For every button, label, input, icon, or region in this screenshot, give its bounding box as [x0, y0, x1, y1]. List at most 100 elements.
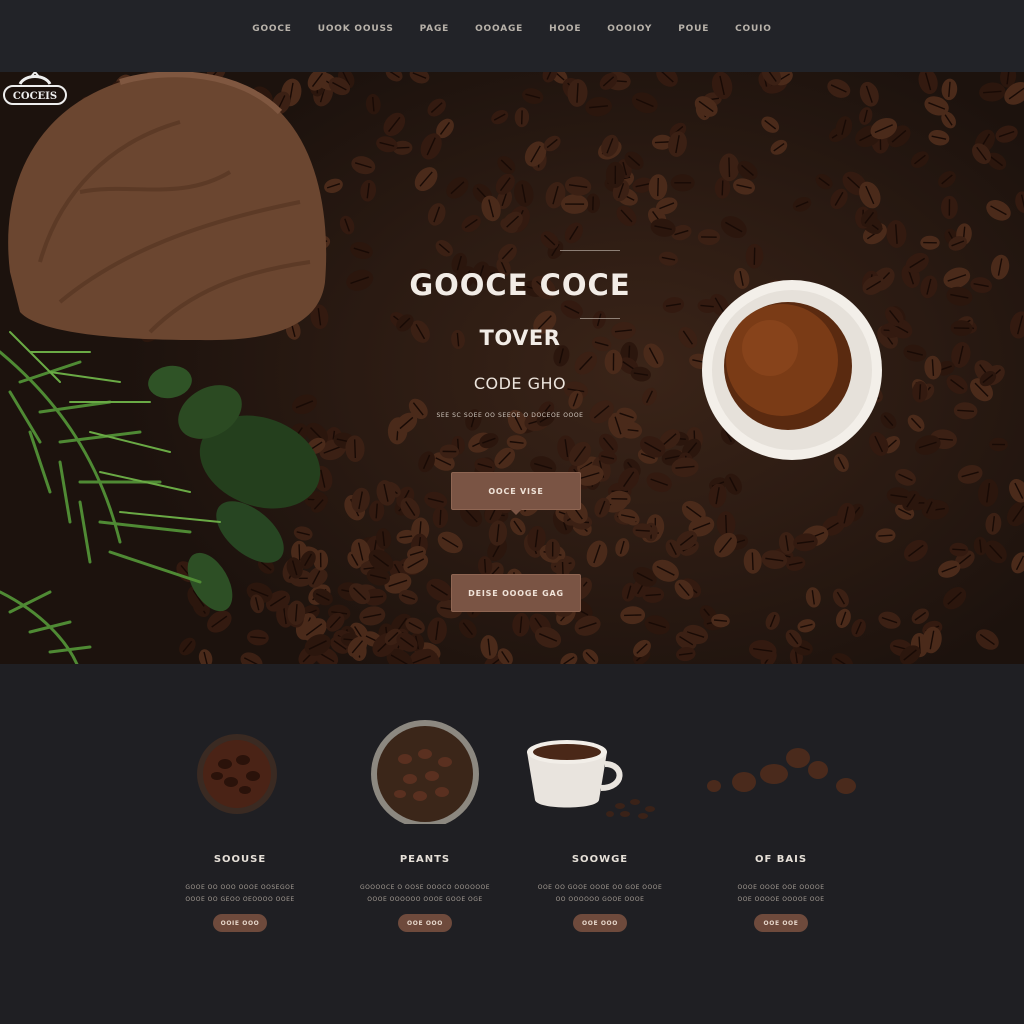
coffee-bean [938, 171, 956, 188]
coffee-bean [668, 131, 687, 157]
coffee-bean [805, 587, 821, 608]
nav-item-3[interactable]: PAGE [420, 24, 449, 40]
nav-item-2[interactable]: UOOK OOUSS [318, 24, 394, 40]
coffee-bean [835, 608, 851, 629]
coffee-bean [859, 107, 873, 125]
coffee-bean [946, 286, 973, 306]
hero-secondary-button[interactable]: DEISE OOOGE GAG [451, 574, 581, 612]
coffee-bean [461, 215, 481, 233]
coffee-bean [875, 528, 896, 543]
feature-text-line: OOOE OO GEOO OEOOOO OOEE [185, 896, 295, 903]
coffee-bean [745, 243, 764, 269]
coffee-bean [656, 72, 678, 87]
coffee-bean [770, 139, 788, 155]
coffee-bean [678, 327, 698, 349]
feature-description: GOOOOCE O OOSE OOOCO OOOOOOE OOOE OOOOOO… [350, 882, 500, 906]
coffee-bean [414, 167, 438, 192]
feature-text-line: GOOOOCE O OOSE OOOCO OOOOOOE [359, 884, 491, 891]
coffee-bean [586, 540, 608, 568]
coffee-bean [859, 81, 879, 107]
coffee-bean [564, 222, 583, 244]
coffee-bean [1015, 191, 1024, 214]
coffee-bean [903, 344, 927, 362]
feature-title: PEANTS [399, 854, 451, 865]
coffee-bean [646, 472, 672, 493]
hero-small-text: SEE SC SOEE OO SEEOE O DOCEOE OOOE [436, 412, 584, 419]
coffee-bean [851, 618, 866, 638]
coffee-bean [978, 478, 999, 507]
coffee-bean [986, 200, 1011, 221]
coffee-bean [995, 125, 1018, 143]
coffee-bean [765, 611, 780, 630]
coffee-bean [564, 176, 592, 196]
decorative-rule [580, 318, 620, 319]
feature-button[interactable]: OOE OOO [398, 914, 452, 932]
feature-text-line: OOOE OOOOOO OOOE GOOE OGE [367, 896, 483, 903]
hero-subtitle: TOVER [479, 326, 561, 350]
nav-item-1[interactable]: GOOCE [252, 24, 291, 40]
coffee-bean [585, 97, 612, 117]
coffee-bean [831, 653, 854, 664]
coffee-bean [605, 161, 625, 188]
feature-button[interactable]: OOE OOE [754, 914, 808, 932]
coffee-bean [346, 269, 374, 291]
coffee-bean [975, 629, 999, 650]
coffee-bean [616, 205, 637, 227]
hero-tagline: CODE GHO [473, 374, 567, 393]
hero-banner: COCEIS GOOCE COCE TOVER CODE GHO SEE SC … [0, 72, 1024, 664]
coffee-bean [514, 180, 534, 207]
coffee-bean [990, 254, 1010, 280]
coffee-bean [561, 194, 589, 214]
coffee-bean [437, 531, 463, 554]
coffee-cup-image [702, 280, 882, 460]
coffee-bean [697, 229, 720, 246]
coffee-bean [648, 174, 668, 200]
coffee-bean [491, 109, 509, 125]
coffee-bean [662, 297, 685, 313]
nav-item-5[interactable]: HOOE [549, 24, 581, 40]
coffee-bean [920, 275, 938, 299]
feature-button[interactable]: OOIE OOO [213, 914, 267, 932]
feature-title: OF BAIS [754, 854, 808, 865]
coffee-bean [895, 468, 916, 486]
hero-title: GOOCE COCE [409, 268, 631, 302]
nav-item-7[interactable]: POUE [678, 24, 709, 40]
feature-description: OOOE OOOE OOE OOOOE OOE OOOOE OOOOE OOE [706, 882, 856, 906]
coffee-bean [365, 93, 381, 115]
nav-item-8[interactable]: COUIO [735, 24, 772, 40]
coffee-bean [582, 649, 599, 664]
coffee-bean [359, 606, 386, 626]
coffee-bean [1011, 552, 1024, 574]
coffee-bean [351, 156, 376, 175]
feature-text-line: OOE OOOOE OOOOE OOE [737, 896, 825, 903]
coffee-bean [427, 98, 446, 117]
brand-logo-text: COCEIS [13, 91, 57, 102]
coffee-bean [719, 153, 740, 182]
coffee-mug-image [527, 740, 655, 819]
feature-button[interactable]: OOE OOO [573, 914, 627, 932]
coffee-bean [620, 606, 646, 625]
coffee-bean [522, 88, 544, 105]
nav-links: GOOCE UOOK OOUSS PAGE OOOAGE HOOE OOOIOY… [0, 24, 1024, 40]
nav-item-6[interactable]: OOOIOY [607, 24, 652, 40]
coffee-bean [907, 414, 925, 432]
coffee-bean [432, 506, 449, 529]
hero-primary-button[interactable]: OOCE VISE [451, 472, 581, 515]
feature-text-line: GOOE OO OOO OOOE OOSEGOE [185, 884, 295, 891]
feature-text-line: OOE OO GOOE OOOE OO GOE OOOE [537, 884, 663, 891]
coffee-bean [970, 277, 993, 294]
nav-item-4[interactable]: OOOAGE [475, 24, 523, 40]
coffee-bean [761, 116, 780, 133]
coffee-bean [943, 587, 967, 610]
coffee-bean [644, 615, 670, 635]
coffee-bean [435, 240, 453, 257]
coffee-bean [427, 203, 446, 226]
feature-description: OOE OO GOOE OOOE OO GOE OOOE OO OOOOOO G… [525, 882, 675, 906]
feature-text-line: OO OOOOOO GOOE OOOE [555, 896, 645, 903]
coffee-bean [604, 349, 623, 375]
coffee-bean [514, 107, 530, 128]
coffee-bean [497, 156, 516, 174]
loose-beans-image [707, 748, 856, 794]
top-nav: GOOCE UOOK OOUSS PAGE OOOAGE HOOE OOOIOY… [0, 0, 1024, 73]
coffee-bean [918, 72, 938, 95]
